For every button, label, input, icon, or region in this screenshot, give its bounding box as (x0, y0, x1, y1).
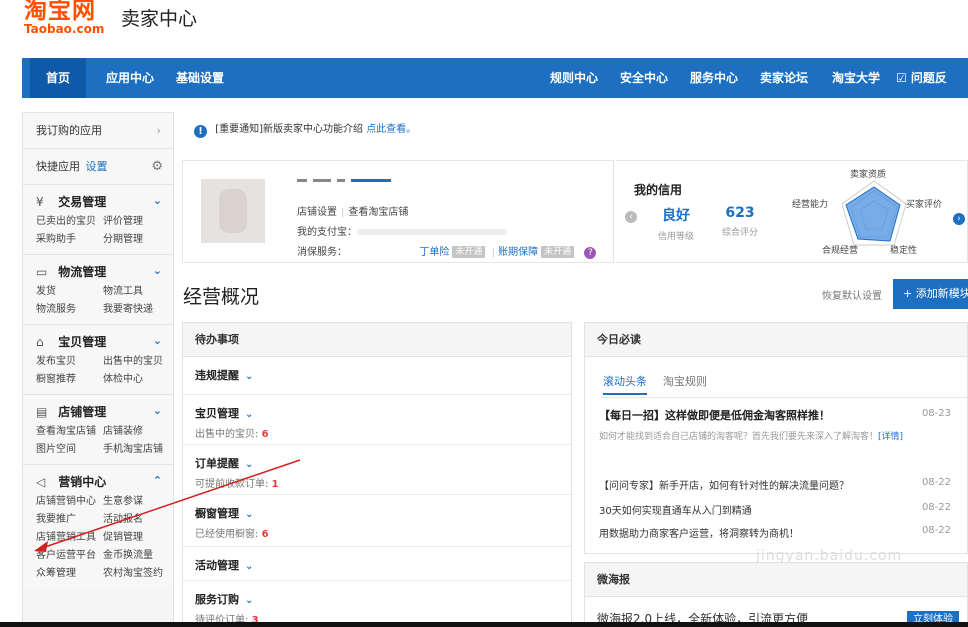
annotation-arrow (34, 459, 301, 552)
bottom-bar (0, 622, 968, 627)
